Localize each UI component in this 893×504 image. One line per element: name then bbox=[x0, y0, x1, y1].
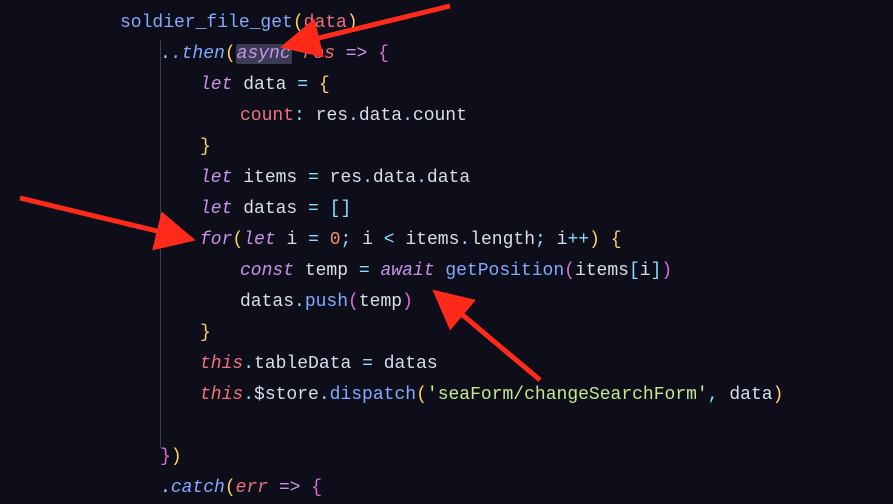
code-line: this.tableData = datas bbox=[0, 349, 893, 380]
code-line: let data = { bbox=[0, 70, 893, 101]
code-line: soldier_file_get(data) bbox=[0, 8, 893, 39]
code-editor[interactable]: soldier_file_get(data) ..then(async res … bbox=[0, 0, 893, 504]
code-line: datas.push(temp) bbox=[0, 287, 893, 318]
code-line: this.$store.dispatch('seaForm/changeSear… bbox=[0, 380, 893, 411]
code-line: count: res.data.count bbox=[0, 101, 893, 132]
code-line-blank bbox=[0, 411, 893, 442]
code-line: let datas = [] bbox=[0, 194, 893, 225]
indent-guide bbox=[160, 40, 161, 448]
function-call: soldier_file_get bbox=[120, 13, 293, 33]
code-line: const temp = await getPosition(items[i]) bbox=[0, 256, 893, 287]
await-keyword: await bbox=[380, 261, 434, 281]
code-line: let items = res.data.data bbox=[0, 163, 893, 194]
code-line: }) bbox=[0, 442, 893, 473]
async-keyword: async bbox=[236, 44, 292, 64]
code-line: } bbox=[0, 132, 893, 163]
code-line: ..then(async res => { bbox=[0, 39, 893, 70]
code-line: .catch(err => { bbox=[0, 473, 893, 504]
code-line: } bbox=[0, 318, 893, 349]
code-line-for: for(let i = 0; i < items.length; i++) { bbox=[0, 225, 893, 256]
